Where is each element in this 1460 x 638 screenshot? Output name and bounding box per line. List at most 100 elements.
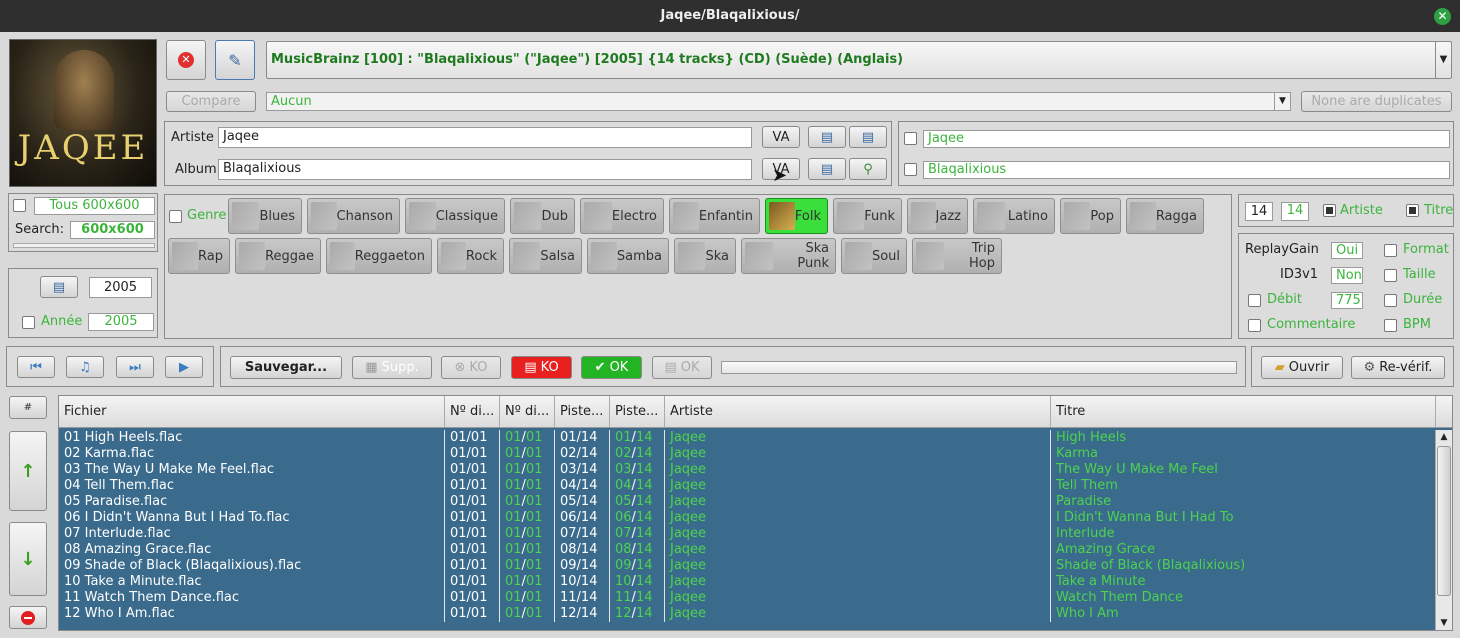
- table-row[interactable]: 01 High Heels.flac 01/01 01/01 01/14 01/14 Ja…: [59, 430, 1435, 446]
- genre-button-pop[interactable]: Pop: [1060, 198, 1121, 234]
- column-header-artiste[interactable]: Artiste: [665, 396, 1051, 427]
- genre-button-jazz[interactable]: Jazz: [907, 198, 968, 234]
- table-row[interactable]: 05 Paradise.flac 01/01 01/01 05/14 05/14 Jaqe…: [59, 494, 1435, 510]
- musicbrainz-select[interactable]: MusicBrainz [100] : "Blaqalixious" ("Jaq…: [266, 41, 1452, 79]
- column-header-track[interactable]: Piste...: [555, 396, 610, 427]
- format-checkbox[interactable]: [1384, 244, 1397, 257]
- genre-button-reggae[interactable]: Reggae: [235, 238, 321, 274]
- album-input[interactable]: Blaqalixious: [218, 159, 752, 180]
- cover-size-checkbox[interactable]: [13, 199, 26, 212]
- genre-button-chanson[interactable]: Chanson: [307, 198, 400, 234]
- column-header-track-new[interactable]: Piste...: [610, 396, 665, 427]
- ko-tag-button[interactable]: ▤ KO: [511, 356, 572, 379]
- ko-button[interactable]: ⊗ KO: [441, 356, 501, 379]
- chevron-down-icon[interactable]: ▼: [1274, 93, 1290, 110]
- play-button[interactable]: ▶: [165, 356, 203, 378]
- artiste-copy-button[interactable]: ▤: [808, 126, 846, 148]
- genre-button-folk[interactable]: Folk: [765, 198, 828, 234]
- table-row-partial[interactable]: [59, 622, 1435, 630]
- cancel-button[interactable]: ✕: [166, 40, 206, 80]
- genre-button-reggaeton[interactable]: Reggaeton: [326, 238, 432, 274]
- genre-checkbox[interactable]: [169, 210, 182, 223]
- previous-button[interactable]: ⏮: [17, 356, 55, 378]
- track-total-green[interactable]: 14: [1281, 202, 1309, 221]
- duree-checkbox[interactable]: [1384, 294, 1397, 307]
- table-row[interactable]: 09 Shade of Black (Blaqalixious).flac 01/…: [59, 558, 1435, 574]
- annee-input[interactable]: 2005: [88, 313, 154, 331]
- edit-tags-button[interactable]: ✎: [215, 40, 255, 80]
- year-input[interactable]: 2005: [89, 277, 152, 298]
- table-row[interactable]: 10 Take a Minute.flac 01/01 01/01 10/14 10/1…: [59, 574, 1435, 590]
- column-header-fichier[interactable]: Fichier: [59, 396, 445, 427]
- album-copy-button[interactable]: ▤: [808, 158, 846, 180]
- genre-button-ragga[interactable]: Ragga: [1126, 198, 1204, 234]
- genre-button-electro[interactable]: Electro: [580, 198, 664, 234]
- genre-button-salsa[interactable]: Salsa: [509, 238, 582, 274]
- genre-button-ska-punk[interactable]: Ska Punk: [741, 238, 836, 274]
- next-button[interactable]: ⏭: [116, 356, 154, 378]
- genre-button-trip-hop[interactable]: Trip Hop: [912, 238, 1002, 274]
- album-search-button[interactable]: ⚲: [849, 158, 887, 180]
- track-table[interactable]: 01 High Heels.flac 01/01 01/01 01/14 01/14 Ja…: [59, 430, 1435, 630]
- annee-checkbox[interactable]: [22, 316, 35, 329]
- genre-button-soul[interactable]: Soul: [841, 238, 907, 274]
- compare-button[interactable]: Compare: [166, 91, 256, 112]
- id3-value[interactable]: Non: [1331, 267, 1363, 284]
- close-icon[interactable]: ✕: [1434, 8, 1451, 25]
- recheck-button[interactable]: ⚙ Re-vérif.: [1351, 356, 1445, 379]
- genre-button-rap[interactable]: Rap: [168, 238, 230, 274]
- artiste-toggle[interactable]: [1323, 204, 1336, 217]
- table-row[interactable]: 12 Who I Am.flac 01/01 01/01 12/14 12/14 Jaqe…: [59, 606, 1435, 622]
- titre-toggle[interactable]: [1406, 204, 1419, 217]
- table-row[interactable]: 06 I Didn't Wanna But I Had To.flac 01/01…: [59, 510, 1435, 526]
- genre-button-ska[interactable]: Ska: [674, 238, 736, 274]
- artiste-input[interactable]: Jaqee: [218, 127, 752, 148]
- table-row[interactable]: 03 The Way U Make Me Feel.flac 01/01 01/01…: [59, 462, 1435, 478]
- scroll-up-icon[interactable]: ▲: [1436, 430, 1452, 444]
- delete-button[interactable]: ▦ Supp.: [352, 356, 432, 379]
- genre-button-dub[interactable]: Dub: [510, 198, 575, 234]
- replaygain-value[interactable]: Oui: [1331, 242, 1363, 259]
- genre-button-latino[interactable]: Latino: [973, 198, 1055, 234]
- renumber-button[interactable]: #: [9, 396, 47, 419]
- album-cover[interactable]: JAQEE: [9, 39, 157, 187]
- cover-scroll[interactable]: [13, 243, 155, 248]
- table-scrollbar[interactable]: ▲ ▼: [1435, 430, 1452, 630]
- table-row[interactable]: 04 Tell Them.flac 01/01 01/01 04/14 04/14 Jaq…: [59, 478, 1435, 494]
- ok-tag-button[interactable]: ▤ OK: [652, 356, 712, 379]
- taille-checkbox[interactable]: [1384, 269, 1397, 282]
- ok-button[interactable]: ✔ OK: [581, 356, 642, 379]
- commentaire-checkbox[interactable]: [1248, 319, 1261, 332]
- column-header-disc[interactable]: Nº di...: [445, 396, 500, 427]
- genre-button-enfantin[interactable]: Enfantin: [669, 198, 760, 234]
- scroll-thumb[interactable]: [1437, 446, 1451, 596]
- column-header-disc-new[interactable]: Nº di...: [500, 396, 555, 427]
- right-artist-field[interactable]: Jaqee: [923, 130, 1450, 148]
- genre-button-blues[interactable]: Blues: [228, 198, 302, 234]
- bpm-checkbox[interactable]: [1384, 319, 1397, 332]
- scroll-down-icon[interactable]: ▼: [1436, 618, 1452, 628]
- open-button[interactable]: ▰ Ouvrir: [1261, 356, 1343, 379]
- right-artist-checkbox[interactable]: [904, 132, 917, 145]
- right-album-checkbox[interactable]: [904, 163, 917, 176]
- genre-button-classique[interactable]: Classique: [405, 198, 505, 234]
- artiste-va-button[interactable]: VA: [762, 126, 800, 148]
- remove-button[interactable]: [9, 606, 47, 629]
- table-row[interactable]: 02 Karma.flac 01/01 01/01 02/14 02/14 Jaqee Ka…: [59, 446, 1435, 462]
- search-size-input[interactable]: 600x600: [70, 221, 155, 239]
- move-down-button[interactable]: ↓: [9, 522, 47, 596]
- genre-button-samba[interactable]: Samba: [587, 238, 669, 274]
- genre-button-funk[interactable]: Funk: [833, 198, 902, 234]
- track-total[interactable]: 14: [1245, 202, 1273, 221]
- move-up-button[interactable]: ↑: [9, 431, 47, 511]
- play-track-button[interactable]: ♫: [66, 356, 104, 378]
- right-album-field[interactable]: Blaqalixious: [923, 161, 1450, 179]
- debit-value[interactable]: 775: [1331, 292, 1363, 309]
- save-button[interactable]: Sauvegar...: [230, 356, 342, 379]
- column-header-titre[interactable]: Titre: [1051, 396, 1435, 427]
- chevron-down-icon[interactable]: ▼: [1435, 42, 1451, 78]
- table-row[interactable]: 07 Interlude.flac 01/01 01/01 07/14 07/14 Jaq…: [59, 526, 1435, 542]
- duplicates-button[interactable]: None are duplicates: [1301, 91, 1452, 112]
- genre-button-rock[interactable]: Rock: [437, 238, 504, 274]
- compare-select[interactable]: Aucun ▼: [266, 92, 1291, 111]
